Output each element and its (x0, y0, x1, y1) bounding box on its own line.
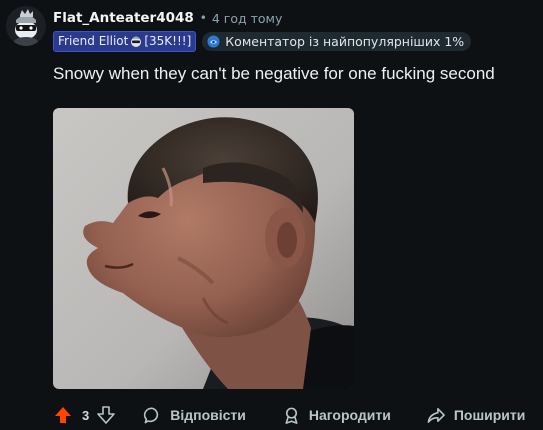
avatar[interactable] (6, 6, 46, 46)
share-button[interactable]: Поширити (426, 406, 526, 425)
vote-controls: 3 (53, 405, 116, 425)
reply-button[interactable]: Відповісти (143, 406, 246, 425)
comment: Flat_Anteater4048 • 4 год тому Friend El… (0, 0, 543, 430)
snoo-avatar-icon (6, 6, 46, 46)
snoo-emoji-icon (131, 36, 142, 47)
photo-illustration (53, 108, 354, 389)
comment-header: Flat_Anteater4048 • 4 год тому (53, 8, 282, 28)
author-name[interactable]: Flat_Anteater4048 (53, 10, 194, 26)
user-flair-text-start: Friend Elliot (58, 34, 129, 48)
award-label: Нагородити (308, 407, 391, 423)
user-flair-text-end: [35K!!!] (144, 34, 192, 48)
comment-image[interactable] (53, 108, 354, 389)
upvote-icon[interactable] (53, 405, 73, 425)
speech-bubble-icon (144, 407, 159, 423)
action-bar: 3 Відповісти Нагородити Поширити (53, 403, 543, 427)
vote-count: 3 (82, 407, 90, 423)
comment-body: Snowy when they can't be negative for on… (53, 64, 495, 83)
separator-dot: • (199, 11, 207, 25)
award-button[interactable]: Нагородити (282, 406, 391, 425)
downvote-icon[interactable] (96, 405, 116, 425)
reply-label: Відповісти (170, 407, 246, 423)
top-commenter-badge: Коментатор із найпопулярніших 1% (202, 31, 472, 51)
timestamp[interactable]: 4 год тому (212, 11, 283, 26)
user-flair: Friend Elliot [35K!!!] (53, 30, 197, 52)
top-commenter-label: Коментатор із найпопулярніших 1% (225, 33, 465, 49)
flair-row: Friend Elliot [35K!!!] Коментатор із най… (53, 30, 472, 52)
top-commenter-icon (207, 35, 220, 47)
award-icon (285, 407, 298, 424)
share-arrow-icon (427, 407, 445, 423)
share-label: Поширити (453, 407, 526, 423)
